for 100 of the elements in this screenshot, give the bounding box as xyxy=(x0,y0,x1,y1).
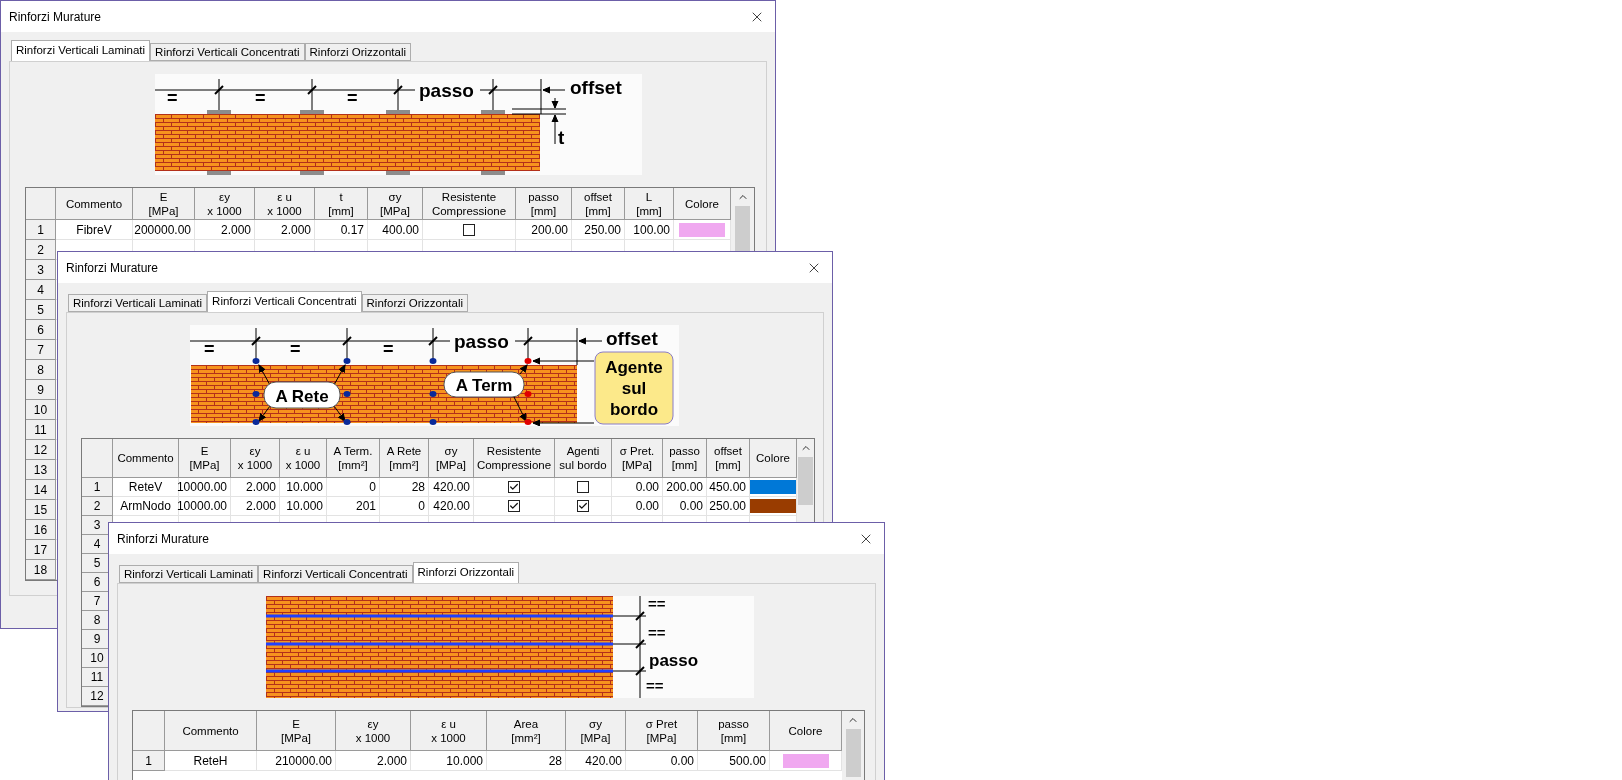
table-cell: 420.00 xyxy=(429,497,474,516)
color-swatch[interactable] xyxy=(750,499,796,513)
window-title: Rinforzi Murature xyxy=(66,259,159,277)
table-cell: 2.000 xyxy=(255,220,315,240)
column-header: E [MPa] xyxy=(179,439,231,478)
tab[interactable]: Rinforzi Verticali Concentrati xyxy=(207,291,362,312)
row-number: 8 xyxy=(26,360,56,380)
table-cell: 200.00 xyxy=(516,220,572,240)
row-number: 11 xyxy=(26,420,56,440)
table-cell: 10000.00 xyxy=(179,478,231,497)
column-header: σy [MPa] xyxy=(566,711,626,751)
table-cell: ArmNodo xyxy=(113,497,179,516)
column-header: σy [MPa] xyxy=(368,188,423,220)
tab[interactable]: Rinforzi Verticali Laminati xyxy=(119,565,259,583)
table-cell: 2.000 xyxy=(336,751,411,771)
row-number: 10 xyxy=(26,400,56,420)
column-header: passo [mm] xyxy=(698,711,770,751)
equal-sign-label: = xyxy=(204,339,215,359)
table-cell: ReteV xyxy=(113,478,179,497)
column-header: σ Pret [MPa] xyxy=(626,711,698,751)
table-cell: 250.00 xyxy=(707,497,750,516)
column-header: Agenti sul bordo xyxy=(555,439,612,478)
row-number: 12 xyxy=(26,440,56,460)
tab[interactable]: Rinforzi Orizzontali xyxy=(304,43,412,61)
table-cell: 250.00 xyxy=(572,220,625,240)
equal-sign-label: = xyxy=(347,88,358,108)
row-number: 4 xyxy=(26,280,56,300)
table-cell: 0.00 xyxy=(612,478,663,497)
table-cell: 28 xyxy=(380,478,429,497)
column-header: passo [mm] xyxy=(663,439,707,478)
checkbox[interactable] xyxy=(508,500,520,512)
column-header: Commento xyxy=(113,439,179,478)
row-number: 14 xyxy=(26,480,56,500)
table-cell: 10.000 xyxy=(280,497,327,516)
equal-sign-label: = xyxy=(383,339,394,359)
row-number: 1 xyxy=(82,478,113,497)
column-header: εy x 1000 xyxy=(231,439,280,478)
equal-sign-label: = xyxy=(167,88,178,108)
tab[interactable]: Rinforzi Verticali Laminati xyxy=(68,294,208,312)
row-number: 1 xyxy=(26,220,56,240)
checkbox[interactable] xyxy=(508,481,520,493)
column-header: E [MPa] xyxy=(133,188,195,220)
tab[interactable]: Rinforzi Verticali Concentrati xyxy=(258,565,413,583)
row-number: 6 xyxy=(26,320,56,340)
row-number: 7 xyxy=(26,340,56,360)
table-cell: 10000.00 xyxy=(179,497,231,516)
table-cell: 420.00 xyxy=(566,751,626,771)
table-cell: 2.000 xyxy=(231,478,280,497)
color-swatch[interactable] xyxy=(750,480,796,494)
column-header: εy x 1000 xyxy=(195,188,255,220)
bubble-label: A Term xyxy=(455,376,513,395)
table-cell: 450.00 xyxy=(707,478,750,497)
checkbox[interactable] xyxy=(577,500,589,512)
table-cell: ReteH xyxy=(165,751,257,771)
scroll-thumb[interactable] xyxy=(735,206,750,254)
table-cell: 0 xyxy=(327,478,380,497)
table-cell: 210000.00 xyxy=(257,751,336,771)
table-cell: 200000.00 xyxy=(133,220,195,240)
table-cell: 2.000 xyxy=(231,497,280,516)
column-header: A Term. [mm²] xyxy=(327,439,380,478)
color-swatch[interactable] xyxy=(782,753,829,768)
column-header: offset [mm] xyxy=(572,188,625,220)
color-swatch[interactable] xyxy=(679,222,725,237)
bubble-label: A Rete xyxy=(275,387,329,406)
table-cell: 400.00 xyxy=(368,220,423,240)
scroll-thumb[interactable] xyxy=(845,729,861,777)
tab[interactable]: Rinforzi Verticali Concentrati xyxy=(150,43,305,61)
column-header: Colore xyxy=(770,711,842,751)
window-title: Rinforzi Murature xyxy=(9,8,102,26)
column-header: A Rete [mm²] xyxy=(380,439,429,478)
corner-header xyxy=(82,439,113,478)
vertical-scrollbar[interactable] xyxy=(842,711,864,780)
checkbox[interactable] xyxy=(577,481,589,493)
equal-sign-label: == xyxy=(648,624,666,641)
table-cell: 0.00 xyxy=(626,751,698,771)
column-header: Colore xyxy=(750,439,797,478)
tab[interactable]: Rinforzi Orizzontali xyxy=(412,562,520,583)
offset-label: offset xyxy=(606,328,658,349)
row-number: 16 xyxy=(26,520,56,540)
column-header: ε u x 1000 xyxy=(255,188,315,220)
tab[interactable]: Rinforzi Orizzontali xyxy=(361,294,469,312)
column-header: Commento xyxy=(56,188,133,220)
column-header: passo [mm] xyxy=(516,188,572,220)
table-cell: 2.000 xyxy=(195,220,255,240)
column-header: L [mm] xyxy=(625,188,674,220)
callout-box: Agente sul bordo xyxy=(594,351,674,425)
column-header: ε u x 1000 xyxy=(411,711,487,751)
table-cell: FibreV xyxy=(56,220,133,240)
row-number: 9 xyxy=(26,380,56,400)
tab[interactable]: Rinforzi Verticali Laminati xyxy=(11,40,151,61)
column-header: Area [mm²] xyxy=(487,711,566,751)
column-header: E [MPa] xyxy=(257,711,336,751)
table-cell: 0.00 xyxy=(612,497,663,516)
checkbox[interactable] xyxy=(463,223,475,236)
scroll-thumb[interactable] xyxy=(798,457,813,505)
table-cell: 200.00 xyxy=(663,478,707,497)
offset-label: offset xyxy=(570,77,622,98)
table-cell: 500.00 xyxy=(698,751,770,771)
passo-label: passo xyxy=(454,331,509,352)
column-header: σ Pret. [MPa] xyxy=(612,439,663,478)
